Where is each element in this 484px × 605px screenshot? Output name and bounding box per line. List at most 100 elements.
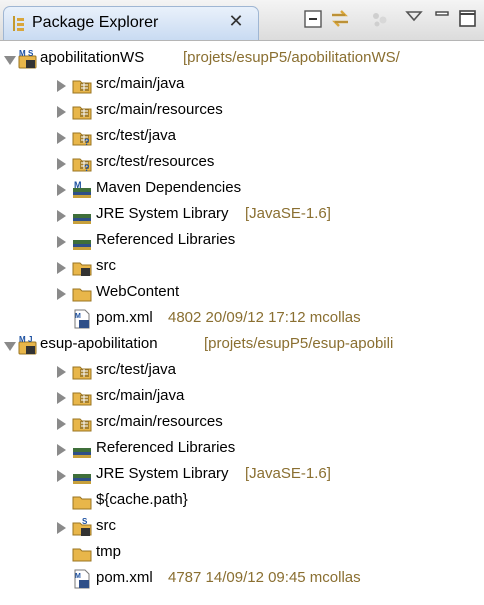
package-explorer-icon xyxy=(13,16,24,31)
twistie-collapsed-icon[interactable] xyxy=(57,392,66,404)
tree-item-decoration: [JavaSE-1.6] xyxy=(245,465,331,482)
svg-text:M: M xyxy=(19,49,26,58)
svg-text:M: M xyxy=(75,573,81,580)
twistie-collapsed-icon[interactable] xyxy=(57,132,66,144)
twistie-collapsed-icon[interactable] xyxy=(57,522,66,534)
tree-item[interactable]: JRE System Library [JavaSE-1.6] xyxy=(0,462,484,488)
tree-item-label: pom.xml xyxy=(96,309,153,326)
source-folder-icon xyxy=(72,392,92,406)
tree-item-label: src/main/java xyxy=(96,387,185,404)
twistie-collapsed-icon[interactable] xyxy=(57,444,66,456)
project-location: [projets/esupP5/esup-apobili xyxy=(204,335,394,352)
twistie-collapsed-icon[interactable] xyxy=(57,106,66,118)
tree-item[interactable]: ? src/test/java xyxy=(0,124,484,150)
folder-icon xyxy=(72,496,92,510)
twistie-expanded-icon[interactable] xyxy=(4,342,16,351)
link-with-editor-icon[interactable] xyxy=(328,6,352,32)
library-icon: M xyxy=(73,180,91,198)
tree-item-label: Referenced Libraries xyxy=(96,439,236,456)
close-icon[interactable]: ✕ xyxy=(226,11,246,31)
tree-item[interactable]: src/main/java xyxy=(0,72,484,98)
tree-item-label: pom.xml xyxy=(96,569,153,586)
project-location: [projets/esupP5/apobilitationWS/ xyxy=(183,49,400,66)
tree-item-label: Referenced Libraries xyxy=(96,231,236,248)
tree-item[interactable]: src xyxy=(0,254,484,280)
tree-item[interactable]: src/main/resources xyxy=(0,410,484,436)
twistie-collapsed-icon[interactable] xyxy=(57,184,66,196)
source-folder-icon xyxy=(72,366,92,380)
tree-item[interactable]: M pom.xml 4802 20/09/12 17:12 mcollas xyxy=(0,306,484,332)
tree-item[interactable]: JRE System Library [JavaSE-1.6] xyxy=(0,202,484,228)
maven-project-icon: M J xyxy=(18,335,37,355)
tree-item[interactable]: src/main/resources xyxy=(0,98,484,124)
focus-icon[interactable] xyxy=(368,6,392,32)
tree-item[interactable]: Referenced Libraries xyxy=(0,228,484,254)
twistie-collapsed-icon[interactable] xyxy=(57,80,66,92)
source-folder-icon xyxy=(72,418,92,432)
tree-item[interactable]: WebContent xyxy=(0,280,484,306)
twistie-collapsed-icon[interactable] xyxy=(57,418,66,430)
tree-item-label: src/main/resources xyxy=(96,413,223,430)
tree-item[interactable]: M pom.xml 4787 14/09/12 09:45 mcollas xyxy=(0,566,484,592)
tree-item[interactable]: ${cache.path} xyxy=(0,488,484,514)
view-menu-icon[interactable] xyxy=(402,6,426,32)
library-icon xyxy=(73,474,91,484)
tree-item-label: src xyxy=(96,517,116,534)
svg-text:?: ? xyxy=(84,163,90,173)
library-icon xyxy=(73,240,91,250)
source-folder-icon xyxy=(72,106,92,120)
tab-package-explorer[interactable]: Package Explorer ✕ xyxy=(3,6,259,40)
twistie-collapsed-icon[interactable] xyxy=(57,288,66,300)
collapse-all-icon[interactable] xyxy=(302,6,326,32)
maven-project-icon: M S xyxy=(18,49,37,69)
folder-icon xyxy=(72,262,92,276)
minimize-icon[interactable] xyxy=(430,6,454,32)
svg-text:S: S xyxy=(28,49,34,58)
twistie-collapsed-icon[interactable] xyxy=(57,366,66,378)
tree-item-label: src xyxy=(96,257,116,274)
tree-item-label: src/main/resources xyxy=(96,101,223,118)
tree-item-label: JRE System Library xyxy=(96,205,229,222)
tree-item[interactable]: M Maven Dependencies xyxy=(0,176,484,202)
package-tree[interactable]: M S apobilitationWS [projets/esupP5/apob… xyxy=(0,40,484,605)
project-row[interactable]: M J esup-apobilitation [projets/esupP5/e… xyxy=(0,332,484,358)
tree-item[interactable]: Referenced Libraries xyxy=(0,436,484,462)
twistie-collapsed-icon[interactable] xyxy=(57,210,66,222)
tree-item[interactable]: tmp xyxy=(0,540,484,566)
twistie-collapsed-icon[interactable] xyxy=(57,470,66,482)
folder-icon xyxy=(72,288,92,302)
tree-item-label: ${cache.path} xyxy=(96,491,188,508)
tree-item[interactable]: S src xyxy=(0,514,484,540)
tree-item-decoration: [JavaSE-1.6] xyxy=(245,205,331,222)
svg-text:?: ? xyxy=(84,137,90,147)
project-name: esup-apobilitation xyxy=(40,335,158,352)
svg-text:M: M xyxy=(19,335,26,344)
folder-icon: S xyxy=(72,517,92,536)
twistie-collapsed-icon[interactable] xyxy=(57,236,66,248)
source-folder-icon: ? xyxy=(72,132,92,147)
tree-item[interactable]: src/test/java xyxy=(0,358,484,384)
tree-item-decoration: 4787 14/09/12 09:45 mcollas xyxy=(168,569,361,586)
twistie-collapsed-icon[interactable] xyxy=(57,262,66,274)
tree-item-label: src/main/java xyxy=(96,75,185,92)
xml-file-icon: M xyxy=(74,309,90,329)
view-tab-bar: Package Explorer ✕ xyxy=(0,0,484,41)
tree-item-label: tmp xyxy=(96,543,122,560)
source-folder-icon xyxy=(72,80,92,94)
svg-text:S: S xyxy=(82,517,88,526)
library-icon xyxy=(73,214,91,224)
tree-item-label: Maven Dependencies xyxy=(96,179,242,196)
source-folder-icon: ? xyxy=(72,158,92,173)
library-icon xyxy=(73,448,91,458)
tree-item-label: src/test/java xyxy=(96,361,177,378)
project-name: apobilitationWS xyxy=(40,49,145,66)
svg-text:M: M xyxy=(75,313,81,320)
xml-file-icon: M xyxy=(74,569,90,589)
twistie-expanded-icon[interactable] xyxy=(4,56,16,65)
tree-item[interactable]: ? src/test/resources xyxy=(0,150,484,176)
project-row[interactable]: M S apobilitationWS [projets/esupP5/apob… xyxy=(0,46,484,72)
twistie-collapsed-icon[interactable] xyxy=(57,158,66,170)
maximize-icon[interactable] xyxy=(456,6,480,32)
tree-item[interactable]: src/main/java xyxy=(0,384,484,410)
tree-item-label: JRE System Library xyxy=(96,465,229,482)
